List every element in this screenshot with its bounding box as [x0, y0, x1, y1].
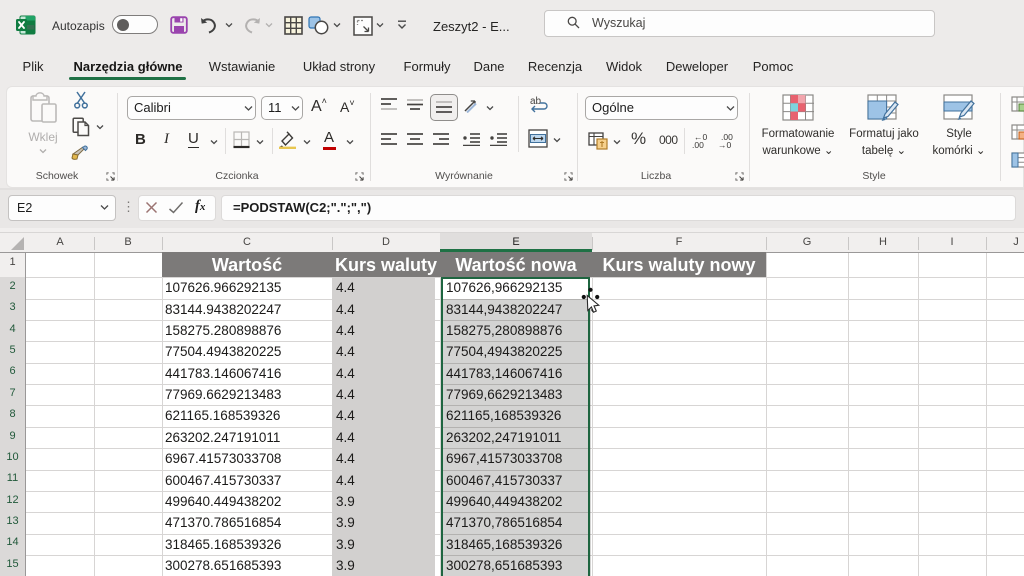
- svg-text:.00: .00: [692, 140, 704, 149]
- svg-text:ab: ab: [530, 96, 542, 107]
- svg-text:→0: →0: [718, 140, 732, 149]
